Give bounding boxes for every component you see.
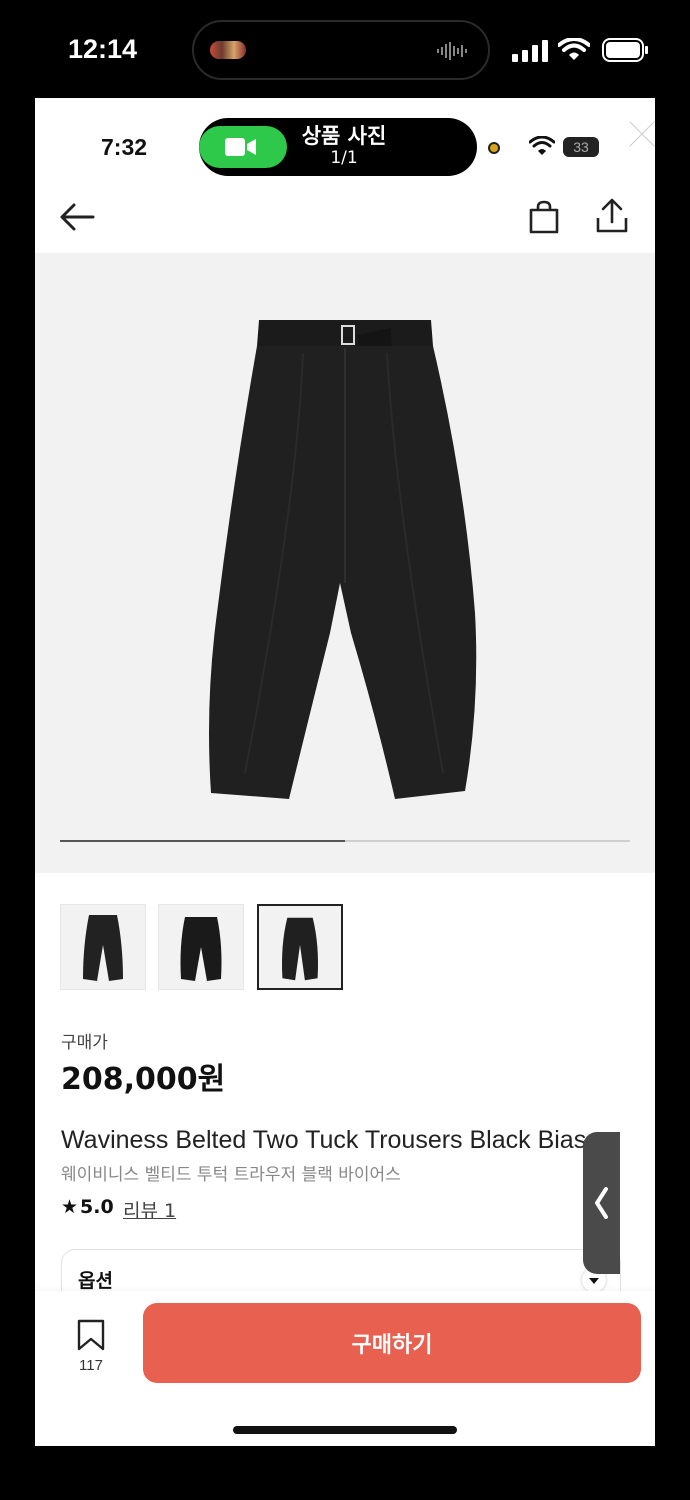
thumbnail-2[interactable]	[158, 904, 244, 990]
review-link[interactable]: 리뷰 1	[123, 1196, 176, 1223]
dynamic-island[interactable]	[192, 20, 490, 80]
option-label: 옵션	[78, 1270, 113, 1292]
close-icon[interactable]	[628, 120, 655, 148]
inner-battery-icon: 33	[563, 137, 599, 157]
product-image-gallery[interactable]	[35, 253, 655, 873]
audio-wave-icon	[437, 42, 467, 60]
thumbnail-trousers-image	[83, 915, 123, 981]
bookmark-count: 117	[79, 1357, 103, 1374]
bookmark-icon	[77, 1319, 105, 1351]
inner-wifi-icon	[529, 136, 555, 155]
gallery-progress-track	[60, 840, 630, 842]
thumbnail-trousers-image	[180, 917, 222, 981]
gallery-progress-fill	[60, 840, 345, 842]
share-icon[interactable]	[595, 198, 629, 234]
thumbnail-1[interactable]	[60, 904, 146, 990]
viewer-count: 1/1	[330, 148, 358, 168]
thumbnail-3-selected[interactable]	[257, 904, 343, 990]
product-trousers-image	[209, 320, 477, 799]
island-avatar-icon	[210, 41, 246, 59]
product-name-english: Waviness Belted Two Tuck Trousers Black …	[61, 1126, 587, 1154]
chevron-left-icon	[595, 1187, 608, 1219]
star-icon: ★	[61, 1196, 79, 1218]
wifi-icon	[558, 38, 590, 60]
video-camera-icon	[225, 138, 256, 156]
photo-viewer-pill[interactable]: 상품 사진 1/1	[199, 118, 477, 176]
rating: ★ 5.0	[61, 1196, 114, 1218]
inner-status-bar: 7:32 상품 사진 1/1 33	[35, 98, 655, 188]
app-screen: 7:32 상품 사진 1/1 33 구매가 208,000원 Waviness …	[35, 98, 655, 1446]
thumbnail-trousers-image	[281, 917, 319, 981]
back-arrow-icon[interactable]	[59, 202, 95, 232]
product-name-korean: 웨이비니스 벨티드 투턱 트라우저 블랙 바이어스	[61, 1165, 401, 1185]
outer-status-bar: 12:14	[0, 0, 690, 98]
price-value: 208,000원	[61, 1062, 226, 1097]
viewer-title: 상품 사진	[301, 124, 387, 148]
battery-icon	[602, 38, 648, 62]
recording-dot-icon	[488, 142, 500, 154]
price-label: 구매가	[61, 1033, 108, 1053]
product-app-bar	[35, 188, 655, 250]
outer-clock: 12:14	[68, 34, 138, 64]
bottom-action-bar: 117 구매하기	[35, 1291, 655, 1446]
bookmark-button[interactable]: 117	[73, 1319, 109, 1374]
side-panel-handle[interactable]	[583, 1132, 620, 1274]
shopping-bag-icon[interactable]	[527, 200, 561, 234]
home-indicator[interactable]	[233, 1426, 457, 1434]
inner-clock: 7:32	[101, 134, 148, 160]
cellular-signal-icon	[512, 40, 548, 62]
buy-button[interactable]: 구매하기	[143, 1303, 641, 1383]
rating-value: 5.0	[80, 1196, 114, 1218]
